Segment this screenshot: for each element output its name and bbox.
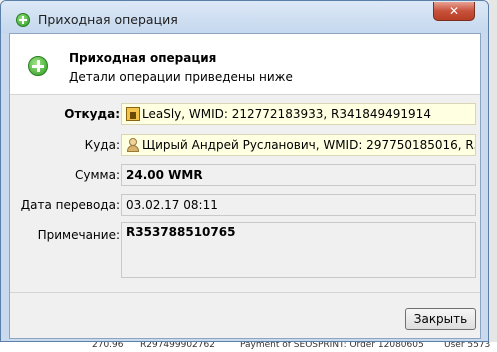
close-button[interactable]: Закрыть [405, 308, 476, 330]
background-table-row: 270.96 R297499902762 Payment of SEOSPRIN… [0, 342, 497, 352]
window-close-button[interactable]: ✕ [433, 2, 475, 21]
background-scrollbar[interactable] [489, 0, 497, 352]
window-title: Приходная операция [38, 12, 178, 27]
user-icon [126, 138, 140, 152]
to-value: Щирый Андрей Русланович, WMID: 297750185… [142, 138, 475, 152]
from-value: LeaSly, WMID: 212772183933, R34184949191… [142, 107, 431, 121]
note-label: Примечание: [37, 228, 120, 242]
from-label: Откуда: [64, 107, 120, 121]
dialog-content: Приходная операция Детали операции приве… [9, 33, 481, 339]
amount-label: Сумма: [75, 168, 120, 182]
title-bar[interactable]: Приходная операция ✕ [1, 1, 488, 33]
operation-dialog: Приходная операция ✕ Приходная операция … [0, 0, 489, 342]
from-field[interactable]: LeaSly, WMID: 212772183933, R34184949191… [121, 103, 476, 125]
to-field[interactable]: Щирый Андрей Русланович, WMID: 297750185… [121, 134, 476, 156]
dialog-header: Приходная операция Детали операции приве… [10, 34, 480, 95]
date-field[interactable]: 03.02.17 08:11 [121, 194, 476, 216]
background-amount: 270.96 [92, 342, 124, 350]
plus-circle-icon [16, 13, 30, 27]
amount-field[interactable]: 24.00 WMR [121, 164, 476, 186]
date-label: Дата перевода: [20, 198, 120, 212]
shop-icon [126, 107, 140, 121]
background-purse: R297499902762 [140, 342, 215, 350]
header-title: Приходная операция [69, 51, 217, 65]
header-subtitle: Детали операции приведены ниже [69, 70, 293, 84]
note-field[interactable]: R353788510765 [121, 222, 476, 278]
to-label: Куда: [84, 138, 120, 152]
background-description: Payment of SEOSPRINT: Order 12080605 [240, 342, 424, 350]
background-user: User 5573 [444, 342, 491, 350]
footer-divider [10, 292, 480, 293]
plus-circle-icon [28, 56, 48, 76]
